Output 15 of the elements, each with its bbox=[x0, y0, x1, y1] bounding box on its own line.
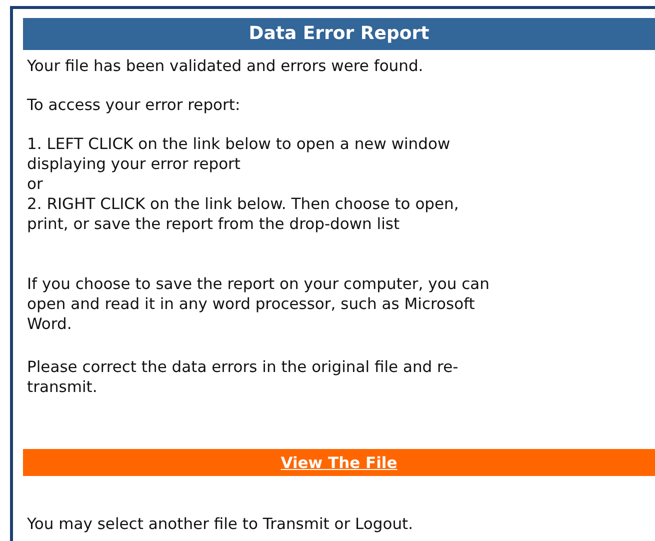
message-text: displaying your error report bbox=[27, 154, 241, 174]
message-text: Word. bbox=[27, 314, 72, 334]
view-file-link[interactable]: View The File bbox=[280, 452, 398, 472]
message-text: or bbox=[27, 174, 43, 194]
message-text: transmit. bbox=[27, 377, 98, 397]
report-title: Data Error Report bbox=[248, 24, 430, 44]
message-text: open and read it in any word processor, such as Microsoft bbox=[27, 294, 475, 314]
message-text: print, or save the report from the drop-down list bbox=[27, 214, 400, 234]
message-text: To access your error report: bbox=[27, 95, 240, 115]
message-text: 1. LEFT CLICK on the link below to open a new window bbox=[27, 134, 450, 154]
message-text: Your file has been validated and errors were found. bbox=[27, 56, 424, 76]
message-text: 2. RIGHT CLICK on the link below. Then choose to open, bbox=[27, 194, 459, 214]
message-text: If you choose to save the report on your computer, you can bbox=[27, 274, 490, 294]
message-text: Please correct the data errors in the original file and re- bbox=[27, 357, 458, 377]
footer-text: You may select another file to Transmit or Logout. bbox=[27, 515, 414, 533]
